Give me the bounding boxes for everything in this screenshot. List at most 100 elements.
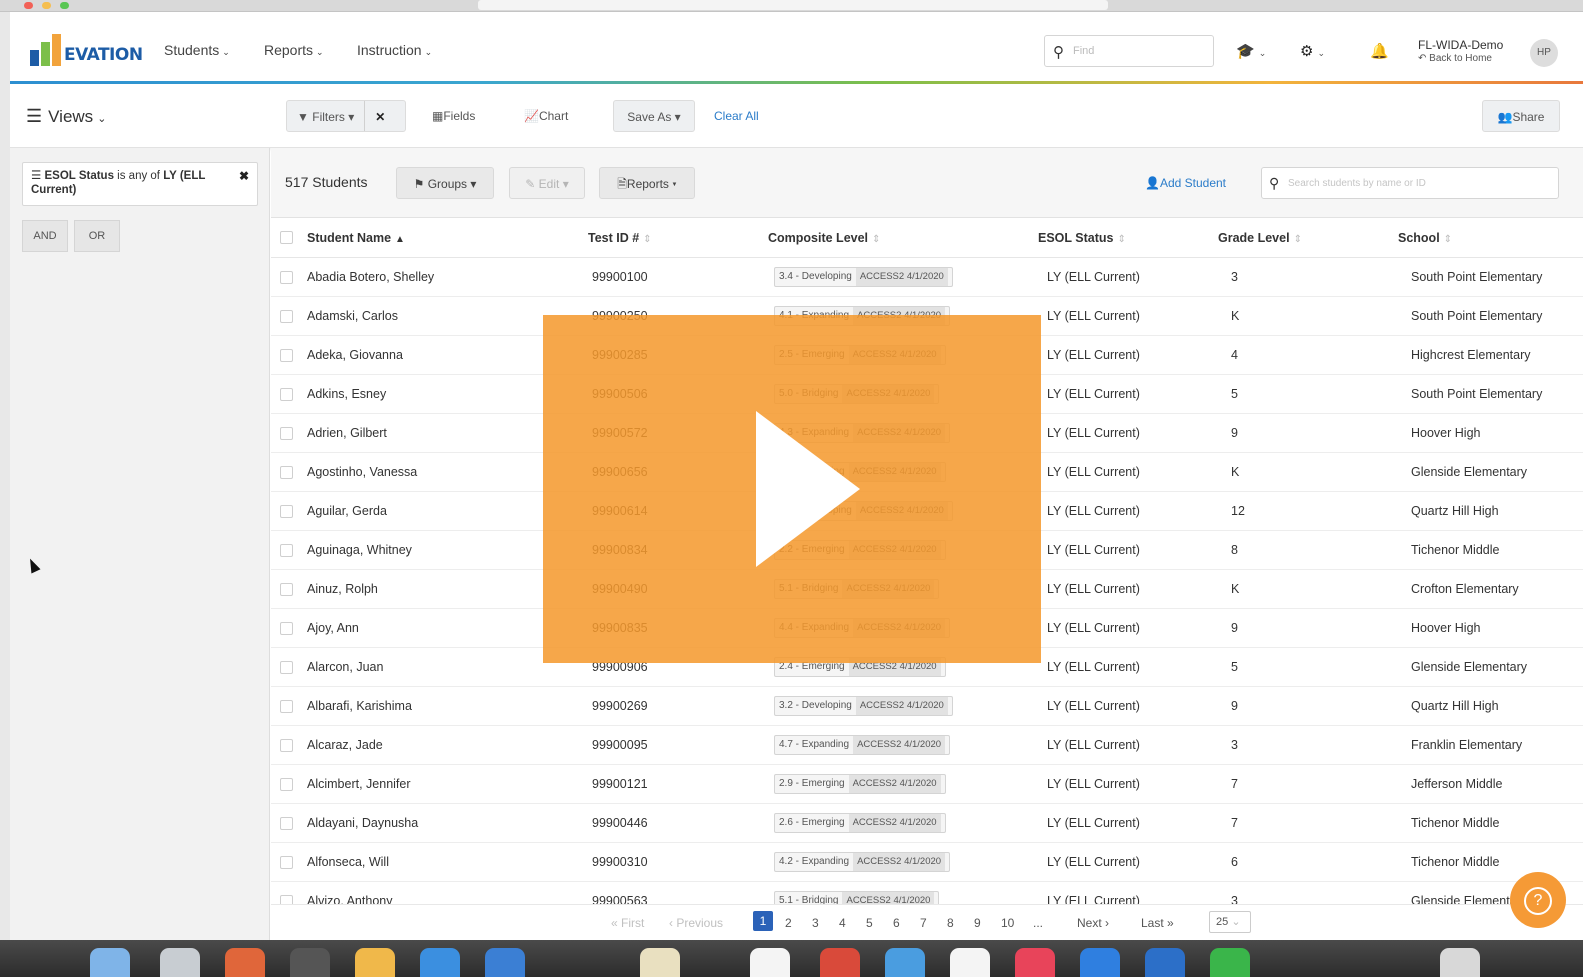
app-icon[interactable]	[820, 948, 860, 977]
music-icon[interactable]	[1015, 948, 1055, 977]
student-name[interactable]: Alcimbert, Jennifer	[307, 777, 411, 791]
row-checkbox[interactable]	[280, 388, 293, 401]
row-checkbox[interactable]	[280, 700, 293, 713]
clear-all-link[interactable]: Clear All	[714, 100, 759, 132]
row-checkbox[interactable]	[280, 505, 293, 518]
notes-icon[interactable]	[640, 948, 680, 977]
close-window-icon[interactable]	[24, 2, 33, 9]
student-name[interactable]: Aguilar, Gerda	[307, 504, 387, 518]
row-checkbox[interactable]	[280, 310, 293, 323]
table-row[interactable]: Albarafi, Karishima 99900269 3.2 - Develop…	[271, 687, 1583, 726]
clear-filters-icon[interactable]: ✕	[365, 101, 395, 133]
column-header-school[interactable]: School ⇕	[1398, 231, 1452, 245]
menu-students[interactable]: Students ⌄	[164, 42, 230, 58]
last-page-link[interactable]: Last »	[1141, 916, 1174, 930]
logo[interactable]: EVATION	[30, 32, 143, 66]
student-name[interactable]: Alarcon, Juan	[307, 660, 383, 674]
chart-button[interactable]: 📈Chart	[524, 100, 568, 132]
avatar[interactable]: HP	[1530, 39, 1558, 67]
edit-button[interactable]: ✎ Edit ▾	[509, 167, 585, 199]
minimize-window-icon[interactable]	[42, 2, 51, 9]
column-header-esol-status[interactable]: ESOL Status ⇕	[1038, 231, 1126, 245]
safari-icon[interactable]	[485, 948, 525, 977]
row-checkbox[interactable]	[280, 622, 293, 635]
views-menu[interactable]: ☰ Views ⌄	[26, 106, 106, 127]
back-to-home-link[interactable]: ↶ Back to Home	[1418, 52, 1503, 66]
notifications-button[interactable]: 🔔	[1370, 42, 1389, 60]
app-icon[interactable]	[750, 948, 790, 977]
save-as-button[interactable]: Save As ▾	[613, 100, 695, 132]
student-name[interactable]: Adkins, Esney	[307, 387, 386, 401]
find-input[interactable]: ⚲ Find	[1044, 35, 1214, 67]
row-checkbox[interactable]	[280, 778, 293, 791]
student-name[interactable]: Adrien, Gilbert	[307, 426, 387, 440]
page-number-link[interactable]: 7	[920, 916, 927, 930]
student-name[interactable]: Albarafi, Karishima	[307, 699, 412, 713]
page-number-current[interactable]: 1	[753, 911, 773, 931]
app-icon[interactable]	[950, 948, 990, 977]
row-checkbox[interactable]	[280, 661, 293, 674]
page-number-link[interactable]: 2	[785, 916, 792, 930]
account-menu[interactable]: FL-WIDA-Demo ↶ Back to Home	[1418, 38, 1503, 66]
menu-instruction[interactable]: Instruction ⌄	[357, 42, 432, 58]
row-checkbox[interactable]	[280, 544, 293, 557]
trash-icon[interactable]	[1440, 948, 1480, 977]
fields-button[interactable]: ▦Fields	[432, 100, 475, 132]
first-page-link[interactable]: « First	[611, 916, 644, 930]
row-checkbox[interactable]	[280, 739, 293, 752]
row-checkbox[interactable]	[280, 349, 293, 362]
app-icon[interactable]	[1210, 948, 1250, 977]
and-button[interactable]: AND	[22, 220, 68, 252]
page-number-link[interactable]: 3	[812, 916, 819, 930]
app-icon[interactable]	[1080, 948, 1120, 977]
column-header-student-name[interactable]: Student Name ▲	[307, 231, 405, 245]
table-row[interactable]: Abadia Botero, Shelley 99900100 3.4 - Deve…	[271, 258, 1583, 297]
remove-filter-icon[interactable]: ✖	[239, 169, 249, 183]
student-name[interactable]: Aldayani, Daynusha	[307, 816, 418, 830]
row-checkbox[interactable]	[280, 817, 293, 830]
page-number-link[interactable]: 10	[1001, 916, 1014, 930]
student-name[interactable]: Agostinho, Vanessa	[307, 465, 417, 479]
select-all-checkbox[interactable]	[280, 231, 293, 244]
row-checkbox[interactable]	[280, 427, 293, 440]
student-name[interactable]: Abadia Botero, Shelley	[307, 270, 434, 284]
student-name[interactable]: Alcaraz, Jade	[307, 738, 383, 752]
row-checkbox[interactable]	[280, 856, 293, 869]
settings-menu[interactable]: ⚙ ⌄	[1300, 42, 1325, 60]
share-button[interactable]: 👥Share	[1482, 100, 1560, 132]
page-number-link[interactable]: 9	[974, 916, 981, 930]
student-name[interactable]: Alfonseca, Will	[307, 855, 389, 869]
or-button[interactable]: OR	[74, 220, 120, 252]
menu-reports[interactable]: Reports ⌄	[264, 42, 324, 58]
app-icon[interactable]	[355, 948, 395, 977]
row-checkbox[interactable]	[280, 271, 293, 284]
student-search-input[interactable]: ⚲ Search students by name or ID	[1261, 167, 1559, 199]
student-name[interactable]: Aguinaga, Whitney	[307, 543, 412, 557]
page-number-link[interactable]: 4	[839, 916, 846, 930]
row-checkbox[interactable]	[280, 466, 293, 479]
address-bar[interactable]	[478, 0, 1108, 10]
next-page-link[interactable]: Next ›	[1077, 916, 1109, 930]
column-header-composite-level[interactable]: Composite Level ⇕	[768, 231, 880, 245]
groups-button[interactable]: ⚑ Groups ▾	[396, 167, 494, 199]
table-row[interactable]: Aldayani, Daynusha 99900446 2.6 - Emerging…	[271, 804, 1583, 843]
student-name[interactable]: Adamski, Carlos	[307, 309, 398, 323]
finder-icon[interactable]	[90, 948, 130, 977]
app-icon[interactable]	[420, 948, 460, 977]
zoom-window-icon[interactable]	[60, 2, 69, 9]
reports-button[interactable]: 🗎Reports ▾	[599, 167, 695, 199]
filters-button[interactable]: ▼ Filters ▾	[287, 101, 364, 133]
previous-page-link[interactable]: ‹ Previous	[669, 916, 723, 930]
app-icon[interactable]	[225, 948, 265, 977]
column-header-test-id[interactable]: Test ID # ⇕	[588, 231, 652, 245]
app-icon[interactable]	[885, 948, 925, 977]
student-name[interactable]: Ajoy, Ann	[307, 621, 359, 635]
student-name[interactable]: Adeka, Giovanna	[307, 348, 403, 362]
app-icon[interactable]	[290, 948, 330, 977]
help-button[interactable]: ?	[1510, 872, 1566, 928]
add-student-button[interactable]: 👤Add Student	[1145, 176, 1226, 190]
page-number-link[interactable]: 5	[866, 916, 873, 930]
page-number-link[interactable]: 6	[893, 916, 900, 930]
table-row[interactable]: Alcimbert, Jennifer 99900121 2.9 - Emergin…	[271, 765, 1583, 804]
table-row[interactable]: Alfonseca, Will 99900310 4.2 - Expanding AC…	[271, 843, 1583, 882]
